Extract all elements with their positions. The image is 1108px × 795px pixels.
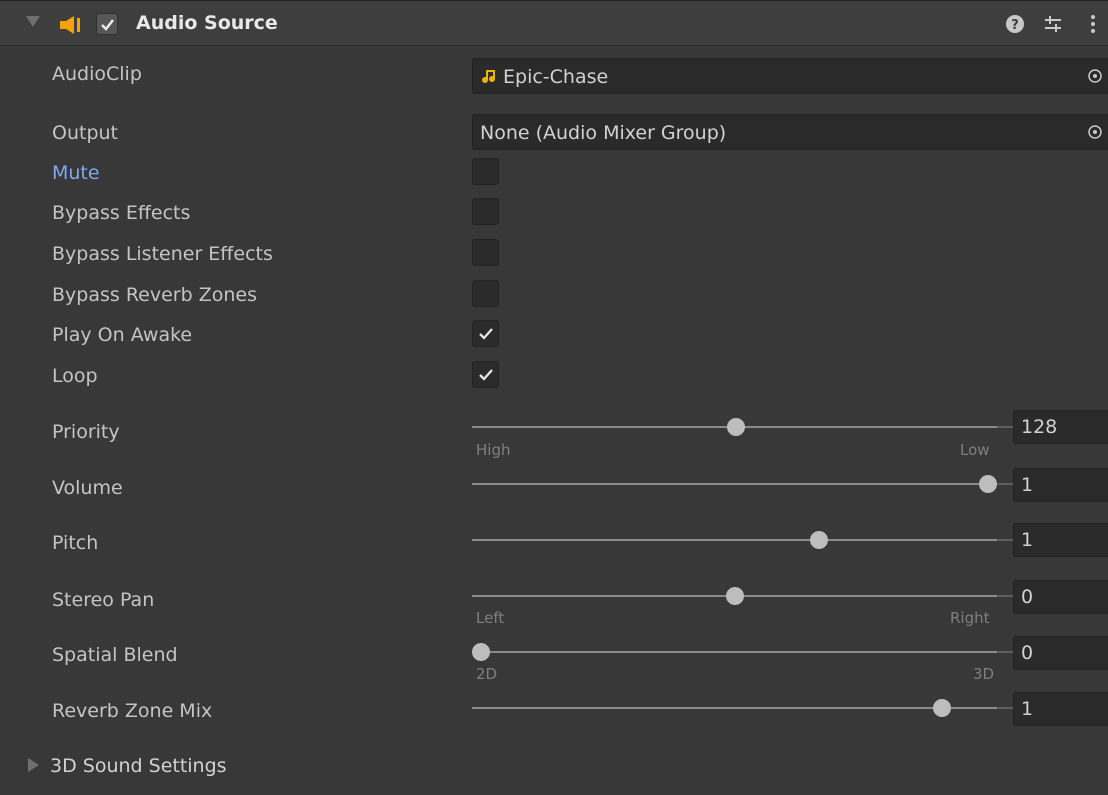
stereo-pan-min-label: Left bbox=[476, 609, 505, 627]
audioclip-label: AudioClip bbox=[52, 63, 142, 85]
component-enabled-checkbox[interactable] bbox=[96, 13, 118, 35]
mute-checkbox[interactable] bbox=[472, 158, 499, 185]
checkmark-icon bbox=[479, 369, 493, 381]
spatial-blend-label: Spatial Blend bbox=[52, 644, 178, 666]
priority-slider-knob[interactable] bbox=[726, 418, 745, 436]
pitch-slider-track[interactable] bbox=[472, 539, 997, 541]
stereo-pan-label: Stereo Pan bbox=[52, 589, 155, 611]
presets-icon[interactable] bbox=[1040, 11, 1066, 37]
audioclip-value: Epic-Chase bbox=[503, 66, 609, 88]
pitch-slider-knob[interactable] bbox=[810, 531, 829, 549]
speaker-icon bbox=[60, 16, 80, 34]
priority-min-label: High bbox=[476, 441, 511, 459]
bypass-listener-effects-label: Bypass Listener Effects bbox=[52, 243, 273, 265]
expand-arrow-icon[interactable] bbox=[28, 758, 39, 772]
reverb-zone-mix-slider-track[interactable] bbox=[472, 707, 997, 709]
stereo-pan-slider-knob[interactable] bbox=[725, 587, 744, 605]
reverb-zone-mix-slider-knob[interactable] bbox=[932, 699, 951, 717]
object-picker-icon[interactable] bbox=[1087, 68, 1103, 84]
priority-label: Priority bbox=[52, 421, 120, 443]
help-icon[interactable]: ? bbox=[1002, 11, 1028, 37]
audioclip-field[interactable]: Epic-Chase bbox=[472, 58, 1108, 94]
spatial-blend-min-label: 2D bbox=[476, 665, 498, 683]
volume-slider-track[interactable] bbox=[472, 483, 997, 485]
checkmark-icon bbox=[101, 19, 114, 31]
reverb-zone-mix-input[interactable]: 1 bbox=[1013, 692, 1108, 726]
stereo-pan-input[interactable]: 0 bbox=[1013, 580, 1108, 614]
component-title: Audio Source bbox=[136, 12, 278, 34]
play-on-awake-label: Play On Awake bbox=[52, 324, 193, 346]
kebab-menu-icon[interactable] bbox=[1080, 11, 1106, 37]
pitch-input[interactable]: 1 bbox=[1013, 523, 1108, 557]
loop-label: Loop bbox=[52, 365, 98, 387]
output-label: Output bbox=[52, 122, 118, 144]
component-header[interactable]: Audio Source ? bbox=[0, 0, 1108, 46]
play-on-awake-checkbox[interactable] bbox=[472, 320, 499, 347]
bypass-listener-effects-checkbox[interactable] bbox=[472, 239, 499, 266]
3d-sound-settings-foldout[interactable]: 3D Sound Settings bbox=[50, 755, 227, 777]
volume-label: Volume bbox=[52, 477, 123, 499]
bypass-reverb-zones-label: Bypass Reverb Zones bbox=[52, 284, 257, 306]
priority-max-label: Low bbox=[960, 441, 990, 459]
reverb-zone-mix-label: Reverb Zone Mix bbox=[52, 700, 213, 722]
object-picker-icon[interactable] bbox=[1087, 124, 1103, 140]
spatial-blend-input[interactable]: 0 bbox=[1013, 636, 1108, 670]
spatial-blend-slider-knob[interactable] bbox=[472, 643, 490, 661]
stereo-pan-max-label: Right bbox=[950, 609, 990, 627]
spatial-blend-max-label: 3D bbox=[973, 665, 995, 683]
music-note-icon bbox=[482, 70, 495, 83]
priority-input[interactable]: 128 bbox=[1013, 410, 1108, 444]
svg-text:?: ? bbox=[1011, 18, 1019, 33]
collapse-arrow-icon[interactable] bbox=[26, 16, 40, 27]
volume-input[interactable]: 1 bbox=[1013, 468, 1108, 502]
output-value: None (Audio Mixer Group) bbox=[480, 122, 727, 144]
mute-label: Mute bbox=[52, 162, 100, 184]
loop-checkbox[interactable] bbox=[472, 361, 499, 388]
spatial-blend-slider-track[interactable] bbox=[472, 651, 997, 653]
bypass-reverb-zones-checkbox[interactable] bbox=[472, 280, 499, 307]
bypass-effects-label: Bypass Effects bbox=[52, 202, 191, 224]
pitch-label: Pitch bbox=[52, 532, 99, 554]
checkmark-icon bbox=[479, 328, 493, 340]
volume-slider-knob[interactable] bbox=[979, 475, 997, 493]
output-field[interactable]: None (Audio Mixer Group) bbox=[472, 114, 1108, 150]
bypass-effects-checkbox[interactable] bbox=[472, 198, 499, 225]
